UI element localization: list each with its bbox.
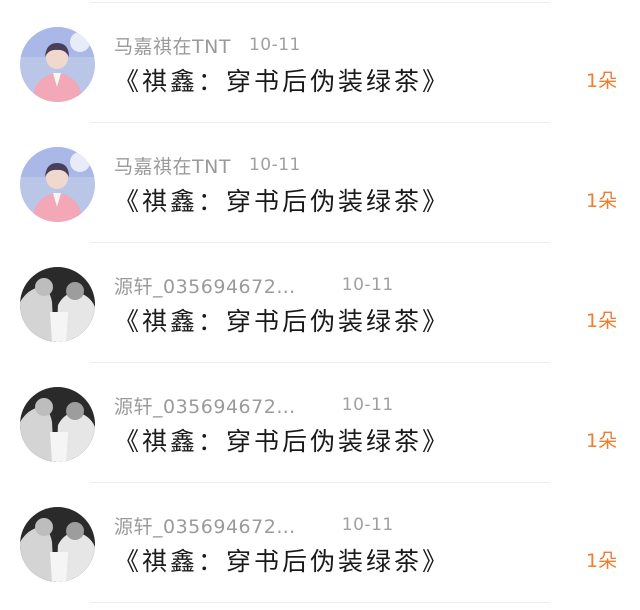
username[interactable]: 马嘉祺在TNT bbox=[114, 32, 231, 59]
list-item[interactable]: 马嘉祺在TNT 10-11 《祺鑫：穿书后伪装绿茶》 1朵 bbox=[0, 2, 640, 122]
gift-record-list: 马嘉祺在TNT 10-11 《祺鑫：穿书后伪装绿茶》 1朵 马嘉祺在TNT 10… bbox=[0, 0, 640, 610]
item-title[interactable]: 《祺鑫：穿书后伪装绿茶》 bbox=[114, 182, 450, 218]
username[interactable]: 源轩_035694672… bbox=[114, 512, 296, 539]
list-item[interactable]: 源轩_035694672… 10-11 《祺鑫：穿书后伪装绿茶》 1朵 bbox=[0, 242, 640, 362]
date: 10-11 bbox=[341, 395, 394, 415]
item-meta: 源轩_035694672… 10-11 bbox=[114, 392, 394, 418]
item-title[interactable]: 《祺鑫：穿书后伪装绿茶》 bbox=[114, 302, 450, 338]
flower-count: 1朵 bbox=[586, 190, 618, 212]
divider bbox=[90, 602, 550, 603]
flower-count: 1朵 bbox=[586, 310, 618, 332]
username[interactable]: 马嘉祺在TNT bbox=[114, 152, 231, 179]
list-item[interactable]: 源轩_035694672… 10-11 《祺鑫：穿书后伪装绿茶》 1朵 bbox=[0, 482, 640, 602]
avatar-color-photo-icon bbox=[20, 27, 95, 102]
item-meta: 源轩_035694672… 10-11 bbox=[114, 272, 394, 298]
item-meta: 马嘉祺在TNT 10-11 bbox=[114, 32, 301, 58]
item-title[interactable]: 《祺鑫：穿书后伪装绿茶》 bbox=[114, 422, 450, 458]
avatar-bw-photo-icon bbox=[20, 267, 95, 342]
item-meta: 源轩_035694672… 10-11 bbox=[114, 512, 394, 538]
date: 10-11 bbox=[341, 275, 394, 295]
flower-count: 1朵 bbox=[586, 550, 618, 572]
list-item[interactable]: 马嘉祺在TNT 10-11 《祺鑫：穿书后伪装绿茶》 1朵 bbox=[0, 122, 640, 242]
avatar[interactable] bbox=[20, 387, 95, 462]
username[interactable]: 源轩_035694672… bbox=[114, 272, 296, 299]
username[interactable]: 源轩_035694672… bbox=[114, 392, 296, 419]
date: 10-11 bbox=[341, 515, 394, 535]
avatar[interactable] bbox=[20, 507, 95, 582]
avatar-bw-photo-icon bbox=[20, 507, 95, 582]
flower-count: 1朵 bbox=[586, 430, 618, 452]
avatar-color-photo-icon bbox=[20, 147, 95, 222]
item-title[interactable]: 《祺鑫：穿书后伪装绿茶》 bbox=[114, 542, 450, 578]
avatar-bw-photo-icon bbox=[20, 387, 95, 462]
avatar[interactable] bbox=[20, 147, 95, 222]
date: 10-11 bbox=[248, 155, 301, 175]
list-item[interactable]: 源轩_035694672… 10-11 《祺鑫：穿书后伪装绿茶》 1朵 bbox=[0, 362, 640, 482]
avatar[interactable] bbox=[20, 267, 95, 342]
item-title[interactable]: 《祺鑫：穿书后伪装绿茶》 bbox=[114, 62, 450, 98]
date: 10-11 bbox=[248, 35, 301, 55]
flower-count: 1朵 bbox=[586, 70, 618, 92]
item-meta: 马嘉祺在TNT 10-11 bbox=[114, 152, 301, 178]
avatar[interactable] bbox=[20, 27, 95, 102]
